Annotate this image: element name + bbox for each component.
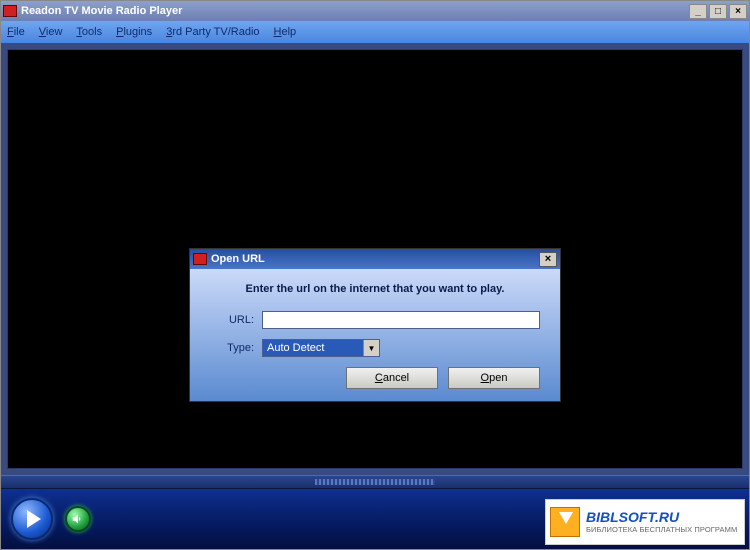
open-button[interactable]: Open (448, 367, 540, 389)
maximize-button[interactable]: □ (709, 4, 727, 19)
dialog-prompt: Enter the url on the internet that you w… (210, 283, 540, 295)
cancel-button[interactable]: Cancel (346, 367, 438, 389)
app-icon (3, 5, 17, 17)
type-select[interactable]: Auto Detect ▼ (262, 339, 380, 357)
menu-view[interactable]: View (39, 26, 63, 38)
dialog-icon (193, 253, 207, 265)
dialog-titlebar: Open URL × (190, 249, 560, 269)
url-input[interactable] (262, 311, 540, 329)
menu-file[interactable]: File (7, 26, 25, 38)
menu-plugins[interactable]: Plugins (116, 26, 152, 38)
watermark-brand: BIBLSOFT.RU (586, 510, 737, 525)
menu-tools[interactable]: Tools (76, 26, 102, 38)
open-url-dialog: Open URL × Enter the url on the internet… (189, 248, 561, 402)
volume-button[interactable] (65, 506, 91, 532)
play-icon (27, 510, 41, 528)
minimize-button[interactable]: _ (689, 4, 707, 19)
player-controls: BIBLSOFT.RU БИБЛИОТЕКА БЕСПЛАТНЫХ ПРОГРА… (1, 489, 749, 549)
speaker-icon (71, 512, 85, 526)
close-button[interactable]: × (729, 4, 747, 19)
watermark: BIBLSOFT.RU БИБЛИОТЕКА БЕСПЛАТНЫХ ПРОГРА… (545, 499, 745, 545)
video-area: Open URL × Enter the url on the internet… (1, 43, 749, 475)
menu-third-party[interactable]: 3rd Party TV/Radio (166, 26, 259, 38)
menubar: File View Tools Plugins 3rd Party TV/Rad… (1, 21, 749, 43)
url-label: URL: (210, 314, 254, 326)
play-button[interactable] (11, 498, 53, 540)
titlebar: Readon TV Movie Radio Player _ □ × (1, 1, 749, 21)
type-label: Type: (210, 342, 254, 354)
type-select-value: Auto Detect (263, 340, 363, 356)
window-title: Readon TV Movie Radio Player (21, 5, 689, 17)
dialog-title: Open URL (211, 253, 539, 265)
download-icon (550, 507, 580, 537)
main-window: Readon TV Movie Radio Player _ □ × File … (0, 0, 750, 550)
chevron-down-icon: ▼ (363, 340, 379, 356)
menu-help[interactable]: Help (274, 26, 297, 38)
watermark-tagline: БИБЛИОТЕКА БЕСПЛАТНЫХ ПРОГРАММ (586, 526, 737, 534)
seek-grip-icon (315, 479, 435, 485)
dialog-close-button[interactable]: × (539, 252, 557, 267)
seek-bar[interactable] (1, 475, 749, 489)
